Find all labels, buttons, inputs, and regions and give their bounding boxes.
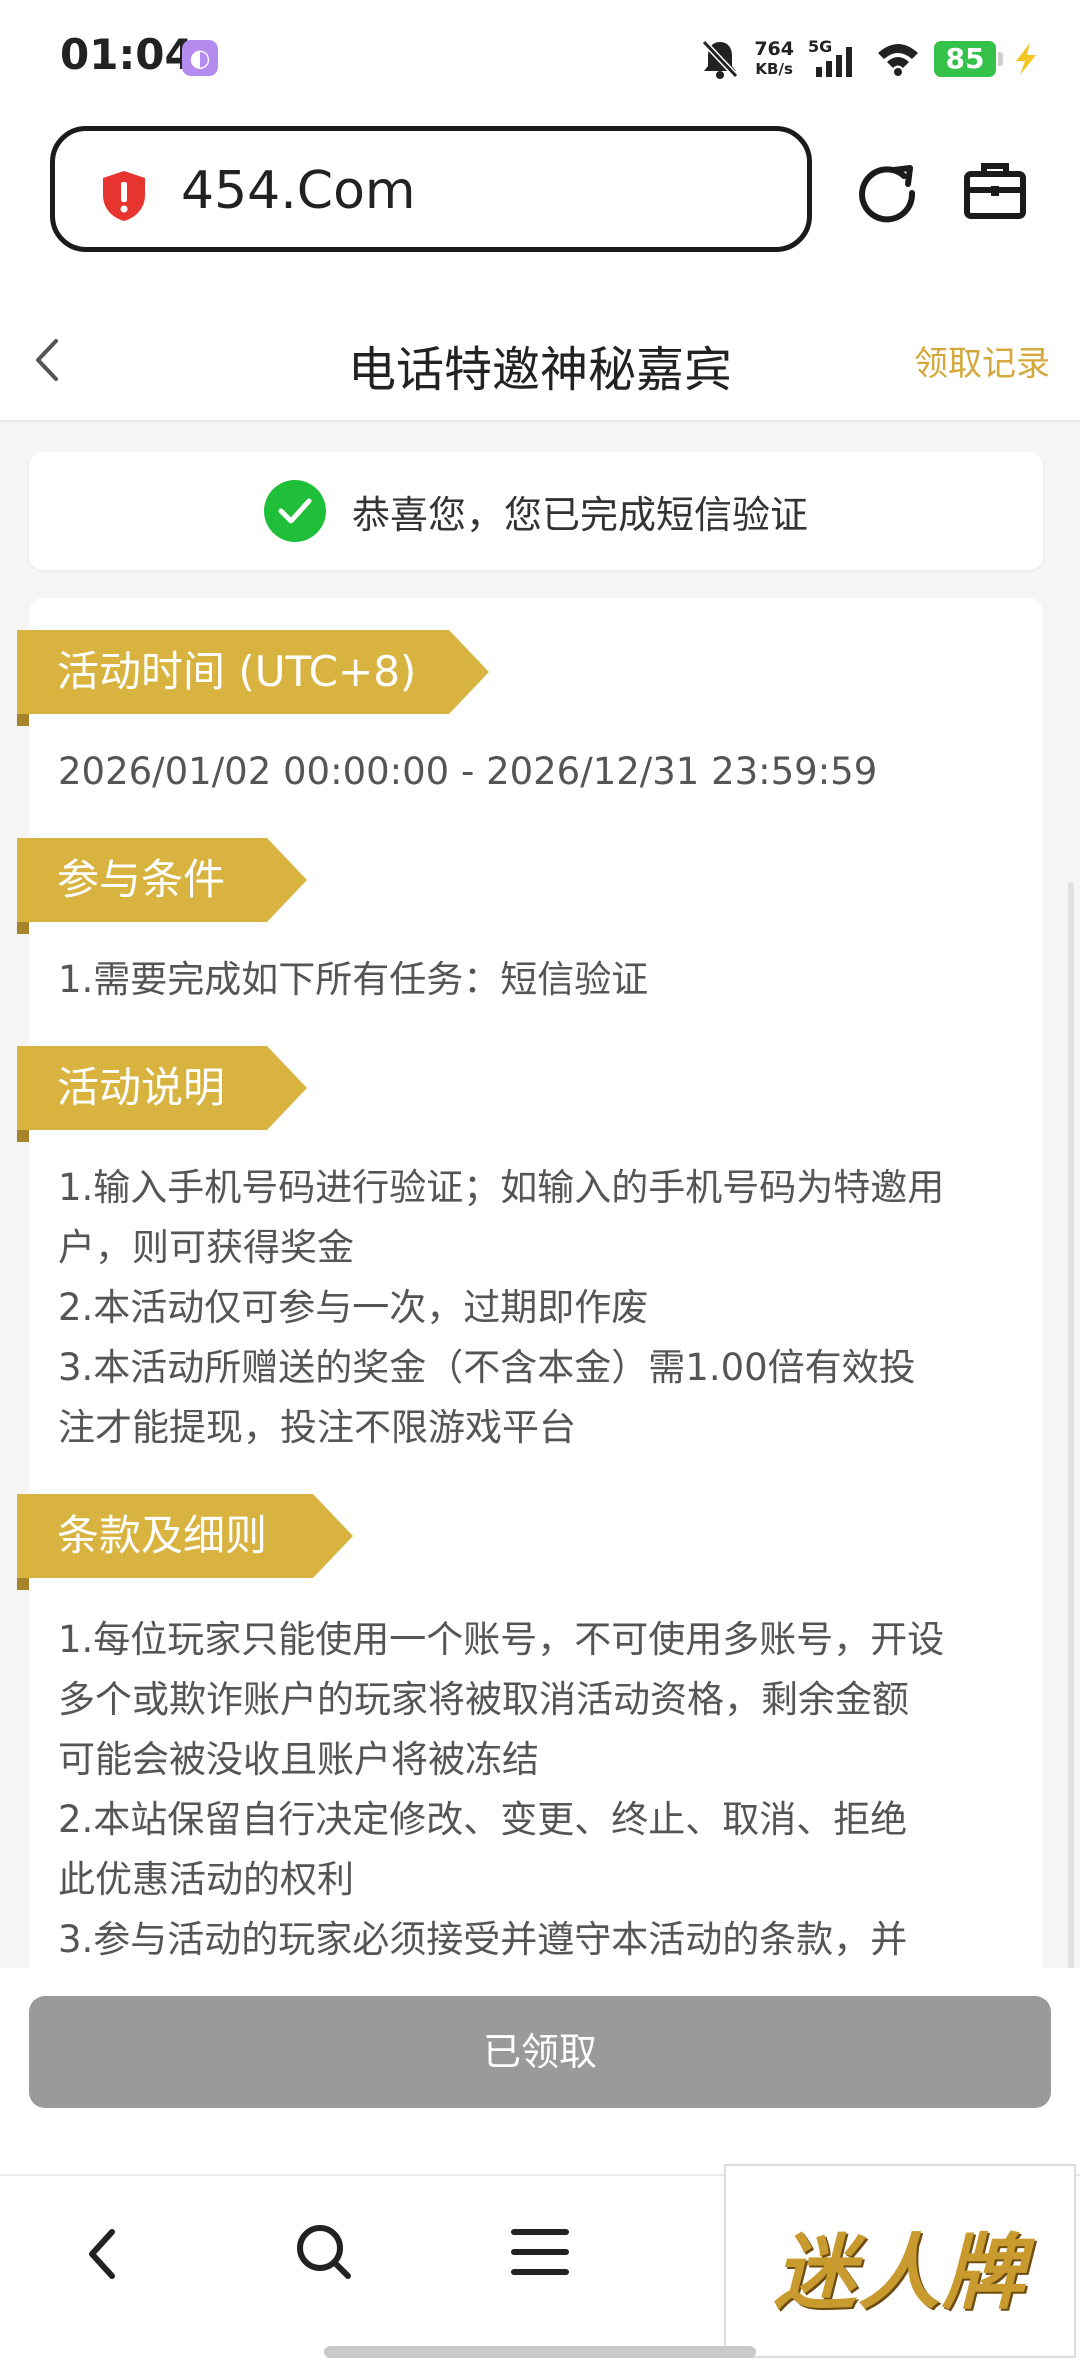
description-line: 2.本活动仅可参与一次，过期即作废 (58, 1286, 649, 1329)
activity-time-line: 2026/01/02 00:00:00 - 2026/12/31 23:59:5… (58, 750, 878, 793)
status-icons: 764 KB/s 5G 85 (700, 36, 1040, 82)
terms-text: 1.每位玩家只能使用一个账号，不可使用多账号，开设 多个或欺诈账户的玩家将被取消… (58, 1610, 1048, 1968)
reload-icon[interactable] (852, 158, 922, 228)
description-line: 户，则可获得奖金 (58, 1226, 354, 1269)
terms-line: 3.参与活动的玩家必须接受并遵守本活动的条款，并 (58, 1918, 908, 1961)
network-speed-value: 764 (754, 38, 794, 60)
browser-nav-bar: 迷人牌 (0, 2164, 1080, 2378)
wifi-icon (878, 44, 918, 76)
description-line: 1.输入手机号码进行验证；如输入的手机号码为特邀用 (58, 1166, 945, 1209)
url-text[interactable]: 454.Com (181, 161, 416, 221)
tag-fold (17, 1578, 29, 1590)
battery-indicator: 85 (934, 41, 1003, 77)
charging-icon (1016, 43, 1036, 75)
menu-icon[interactable] (510, 2224, 570, 2280)
toolbox-icon[interactable] (962, 158, 1028, 224)
terms-line: 可能会被没收且账户将被冻结 (58, 1738, 539, 1781)
claim-records-link[interactable]: 领取记录 (914, 336, 1050, 385)
status-bar: 01:04 ◐ 764 KB/s 5G 85 (0, 0, 1080, 118)
status-time: 01:04 (60, 30, 194, 79)
activity-details-card: 活动时间 (UTC+8) 2026/01/02 00:00:00 - 2026/… (17, 598, 1043, 1968)
address-bar[interactable]: 454.Com (50, 126, 812, 252)
mute-bell-icon (702, 39, 739, 79)
checkmark-icon (278, 498, 312, 524)
activity-time-text: 2026/01/02 00:00:00 - 2026/12/31 23:59:5… (58, 742, 1048, 802)
network-speed-unit: KB/s (755, 60, 793, 78)
app-notification-icon: ◐ (182, 40, 218, 76)
section-tag-description: 活动说明 (17, 1046, 307, 1130)
cellular-signal: 5G (808, 37, 862, 81)
tag-fold (17, 922, 29, 934)
terms-line: 1.每位玩家只能使用一个账号，不可使用多账号，开设 (58, 1618, 945, 1661)
notice-text: 恭喜您，您已完成短信验证 (351, 492, 808, 537)
conditions-text: 1.需要完成如下所有任务：短信验证 (58, 950, 1048, 1010)
section-tag-terms: 条款及细则 (17, 1494, 353, 1578)
home-indicator[interactable] (324, 2346, 756, 2358)
section-tag-conditions: 参与条件 (17, 838, 307, 922)
tag-fold (17, 714, 29, 726)
nav-back-icon[interactable] (78, 2224, 128, 2284)
shield-warning-icon[interactable] (99, 169, 149, 223)
claimed-button[interactable]: 已领取 (29, 1996, 1051, 2108)
success-notice: 恭喜您，您已完成短信验证 (29, 452, 1043, 570)
description-line: 3.本活动所赠送的奖金（不含本金）需1.00倍有效投 (58, 1346, 916, 1389)
page-scrollbar[interactable] (1068, 882, 1074, 1968)
check-circle-icon (263, 480, 326, 542)
conditions-line: 1.需要完成如下所有任务：短信验证 (58, 958, 649, 1001)
terms-line: 2.本站保留自行决定修改、变更、终止、取消、拒绝 (58, 1798, 908, 1841)
action-area: 已领取 (0, 1968, 1080, 2174)
terms-line: 多个或欺诈账户的玩家将被取消活动资格，剩余金额 (58, 1678, 909, 1721)
main-content: 恭喜您，您已完成短信验证 活动时间 (UTC+8) 2026/01/02 00:… (0, 422, 1080, 1968)
ad-banner[interactable]: 迷人牌 (724, 2164, 1076, 2358)
search-icon[interactable] (290, 2218, 356, 2284)
ad-logo-text: 迷人牌 (774, 2225, 1026, 2321)
signal-bars-icon (816, 47, 852, 77)
section-tag-time: 活动时间 (UTC+8) (17, 630, 489, 714)
network-speed: 764 KB/s (754, 39, 794, 79)
terms-line: 此优惠活动的权利 (58, 1858, 354, 1901)
page-header: 电话特邀神秘嘉宾 领取记录 (0, 300, 1080, 422)
description-line: 注才能提现，投注不限游戏平台 (58, 1406, 576, 1449)
description-text: 1.输入手机号码进行验证；如输入的手机号码为特邀用 户，则可获得奖金 2.本活动… (58, 1158, 1048, 1458)
tag-fold (17, 1130, 29, 1142)
